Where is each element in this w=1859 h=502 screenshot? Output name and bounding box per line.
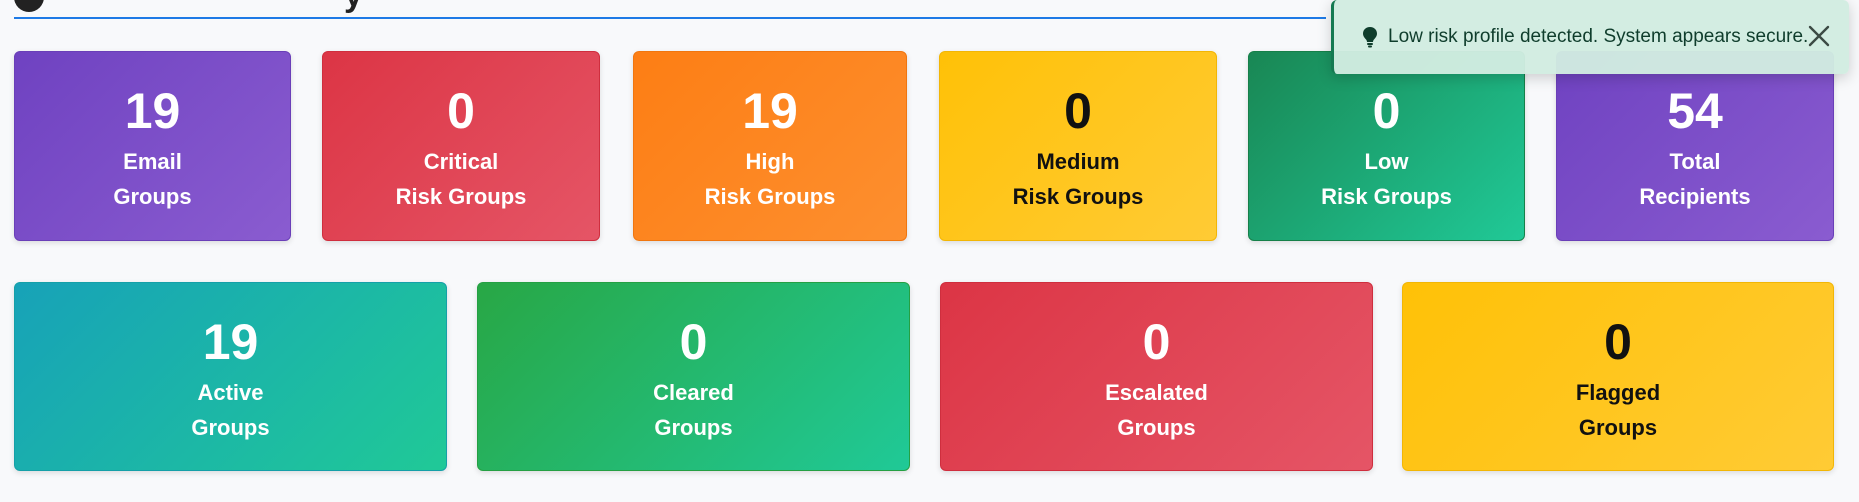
- stat-label: Medium: [1036, 149, 1120, 174]
- section-title-text: y: [344, 0, 364, 14]
- section-title-fragment: y: [14, 0, 364, 15]
- stat-value: 19: [124, 83, 181, 139]
- stat-label: Escalated: [1105, 380, 1208, 405]
- stat-card-critical-risk[interactable]: 0 Critical Risk Groups: [322, 51, 600, 241]
- stat-value: 0: [1372, 83, 1401, 139]
- stat-label: Low: [1364, 149, 1409, 174]
- stat-value: 19: [202, 314, 259, 370]
- toast-notification: Low risk profile detected. System appear…: [1331, 0, 1849, 74]
- stat-value: 0: [1064, 83, 1092, 139]
- stat-label: Groups: [1578, 415, 1658, 440]
- stat-card-high-risk[interactable]: 19 High Risk Groups: [633, 51, 907, 241]
- stat-value: 0: [447, 83, 475, 139]
- stat-value: 0: [1142, 314, 1171, 370]
- stat-label: Groups: [654, 415, 733, 440]
- stat-label: High: [745, 149, 795, 174]
- dashboard-stats: y 19 Email Groups 0 Critical Risk Groups…: [0, 0, 1859, 502]
- close-icon[interactable]: [1805, 22, 1833, 50]
- stat-label: Groups: [191, 415, 270, 440]
- stat-value: 0: [1604, 314, 1632, 370]
- stat-card-email-groups[interactable]: 19 Email Groups: [14, 51, 291, 241]
- stat-label: Flagged: [1575, 380, 1661, 405]
- stat-label: Recipients: [1639, 184, 1751, 209]
- stat-label: Critical: [423, 149, 499, 174]
- stat-label: Groups: [113, 184, 192, 209]
- stat-label: Risk Groups: [1012, 184, 1144, 209]
- stat-label: Cleared: [653, 380, 734, 405]
- stat-label: Total: [1669, 149, 1721, 174]
- stat-value: 19: [742, 83, 798, 139]
- stat-label: Email: [123, 149, 182, 174]
- stat-card-escalated-groups[interactable]: 0 Escalated Groups: [940, 282, 1373, 471]
- stat-card-flagged-groups[interactable]: 0 Flagged Groups: [1402, 282, 1834, 471]
- stat-card-medium-risk[interactable]: 0 Medium Risk Groups: [939, 51, 1217, 241]
- stat-label: Risk Groups: [1321, 184, 1452, 209]
- stat-label: Risk Groups: [704, 184, 836, 209]
- stat-label: Active: [197, 380, 264, 405]
- title-icon: [14, 0, 44, 13]
- section-title-underline: [14, 17, 1326, 19]
- stat-card-total-recipients[interactable]: 54 Total Recipients: [1556, 51, 1834, 241]
- stat-card-cleared-groups[interactable]: 0 Cleared Groups: [477, 282, 910, 471]
- stat-label: Risk Groups: [395, 184, 527, 209]
- stat-label: Groups: [1117, 415, 1196, 440]
- stat-card-active-groups[interactable]: 19 Active Groups: [14, 282, 447, 471]
- toast-message: Low risk profile detected. System appear…: [1388, 26, 1809, 47]
- stat-value: 0: [679, 314, 708, 370]
- stat-value: 54: [1667, 83, 1723, 139]
- stat-card-low-risk[interactable]: 0 Low Risk Groups: [1248, 51, 1525, 241]
- lightbulb-icon: [1362, 26, 1378, 48]
